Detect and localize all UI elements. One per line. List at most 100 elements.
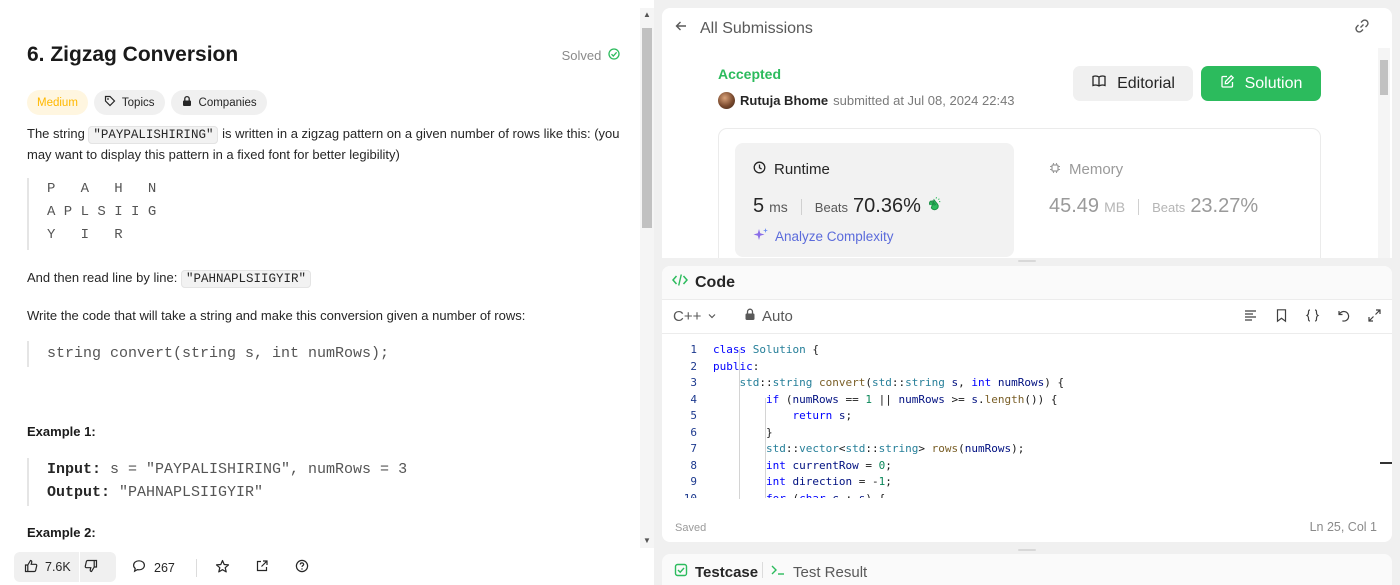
companies-tag[interactable]: Companies <box>170 90 267 115</box>
line-number: 6 <box>690 425 697 439</box>
difficulty-tag[interactable]: Medium <box>27 90 88 115</box>
analyze-complexity-button[interactable]: Analyze Complexity <box>753 227 894 246</box>
submission-scrollbar-thumb[interactable] <box>1380 60 1388 95</box>
read-text: And then read line by line: <box>27 270 181 285</box>
topics-label: Topics <box>121 96 155 109</box>
runtime-card[interactable]: Runtime 5 ms Beats 70.36% Analyze Comple… <box>735 143 1014 257</box>
companies-label: Companies <box>198 96 257 109</box>
performance-stats: Runtime 5 ms Beats 70.36% Analyze Comple… <box>718 128 1321 258</box>
line-number: 10 <box>683 491 697 499</box>
bookmark-icon[interactable] <box>1274 308 1289 328</box>
code-line: 7 std::vector<std::string> rows(numRows)… <box>662 441 1392 458</box>
code-line: 1 class Solution { <box>662 342 1392 359</box>
scrollbar-thumb[interactable] <box>642 28 652 228</box>
topics-tag[interactable]: Topics <box>93 90 165 115</box>
lock-icon <box>744 308 756 325</box>
arrow-left-icon <box>674 19 688 38</box>
description-paragraph: The string "PAYPALISHIRING" is written i… <box>27 124 625 165</box>
tab-test-result[interactable]: Test Result <box>770 563 867 581</box>
help-button[interactable] <box>295 559 309 576</box>
analyze-label: Analyze Complexity <box>775 229 894 244</box>
curly-braces-icon[interactable] <box>1305 308 1320 328</box>
share-button[interactable] <box>255 559 269 576</box>
scroll-down-icon[interactable]: ▼ <box>643 536 651 545</box>
solution-label: Solution <box>1244 74 1303 92</box>
memory-header: Memory <box>1049 161 1123 178</box>
back-to-submissions[interactable]: All Submissions <box>674 19 813 38</box>
runtime-header: Runtime <box>753 161 830 178</box>
resize-handle-top[interactable] <box>1018 260 1036 262</box>
overview-ruler-marker <box>1380 462 1392 464</box>
submission-scrollbar[interactable] <box>1378 48 1390 258</box>
memory-card[interactable]: Memory 45.49 MB Beats 23.27% <box>1031 143 1310 257</box>
like-dislike-group: 7.6K <box>14 552 116 582</box>
undo-icon[interactable] <box>1336 308 1351 328</box>
code-line: 5 return s; <box>662 408 1392 425</box>
line-number: 8 <box>690 458 697 472</box>
code-editor[interactable]: 1 class Solution { 2 public: 3 std::string… <box>662 342 1392 498</box>
expand-icon[interactable] <box>1367 308 1382 328</box>
code-line: 6 } <box>662 425 1392 442</box>
tab-divider <box>762 562 763 578</box>
copy-link-button[interactable] <box>1354 18 1370 39</box>
clock-icon <box>753 161 766 178</box>
memory-label: Memory <box>1069 161 1124 178</box>
line-number: 2 <box>690 359 697 373</box>
code-line: 4 if (numRows == 1 || numRows >= s.lengt… <box>662 392 1392 409</box>
submitter-info: Rutuja Bhome submitted at Jul 08, 2024 2… <box>718 92 1015 109</box>
checkbox-icon <box>674 563 688 581</box>
write-code-paragraph: Write the code that will take a string a… <box>27 308 526 323</box>
language-value: C++ <box>673 308 702 325</box>
language-select[interactable]: C++ <box>673 308 717 325</box>
saved-status: Saved <box>675 522 707 534</box>
line-number: 1 <box>690 343 697 356</box>
runtime-unit: ms <box>769 199 788 215</box>
inline-code-output: "PAHNAPLSIIGYIR" <box>180 270 311 288</box>
editorial-button[interactable]: Editorial <box>1073 66 1193 101</box>
like-count: 7.6K <box>45 560 71 574</box>
submission-status: Accepted <box>718 66 782 82</box>
code-panel-header: Code <box>662 266 1392 300</box>
all-submissions-label: All Submissions <box>700 19 813 37</box>
resize-handle-bottom[interactable] <box>1018 549 1036 551</box>
lock-icon <box>181 95 193 110</box>
format-icon[interactable] <box>1243 308 1258 328</box>
sparkle-icon <box>753 227 769 246</box>
solved-label: Solved <box>561 48 602 63</box>
runtime-value: 5 <box>753 195 765 217</box>
submitter-name[interactable]: Rutuja Bhome <box>740 93 828 108</box>
memory-value: 45.49 <box>1049 195 1100 217</box>
tag-icon <box>104 95 116 110</box>
line-number: 4 <box>690 392 697 406</box>
code-line: 8 int currentRow = 0; <box>662 458 1392 475</box>
comments-button[interactable]: 267 <box>132 559 175 576</box>
function-signature: string convert(string s, int numRows); <box>27 341 627 367</box>
scroll-up-icon[interactable]: ▲ <box>643 10 651 19</box>
tab-testcase[interactable]: Testcase <box>674 563 758 581</box>
example-2-heading: Example 2: <box>27 525 96 540</box>
chevron-down-icon <box>707 308 717 325</box>
editorial-label: Editorial <box>1117 74 1175 92</box>
solved-status: Solved <box>562 48 620 63</box>
like-divider <box>78 552 80 582</box>
zigzag-pattern: P A H N A P L S I I G Y I R <box>27 178 627 250</box>
code-tab[interactable]: Code <box>672 273 735 292</box>
memory-metric: 45.49 MB Beats 23.27% <box>1049 195 1258 218</box>
testcase-label: Testcase <box>695 563 759 581</box>
chip-icon <box>1049 161 1061 178</box>
code-brackets-icon <box>672 273 688 292</box>
external-link-icon <box>255 559 269 576</box>
code-line: 10 for (char c : s) { <box>662 491 1392 499</box>
problem-scrollbar[interactable]: ▲ ▼ <box>640 8 654 548</box>
submitted-time: submitted at Jul 08, 2024 22:43 <box>833 93 1015 108</box>
indent-guide <box>765 398 766 498</box>
favorite-button[interactable] <box>215 559 230 577</box>
solution-button[interactable]: Solution <box>1201 66 1321 101</box>
memory-beats-value: 23.27% <box>1190 195 1259 217</box>
comment-icon <box>132 559 146 576</box>
like-button[interactable]: 7.6K <box>24 559 71 576</box>
auto-mode[interactable]: Auto <box>744 308 793 325</box>
dislike-button[interactable] <box>84 559 98 576</box>
line-number: 3 <box>690 376 697 389</box>
avatar[interactable] <box>718 92 735 109</box>
